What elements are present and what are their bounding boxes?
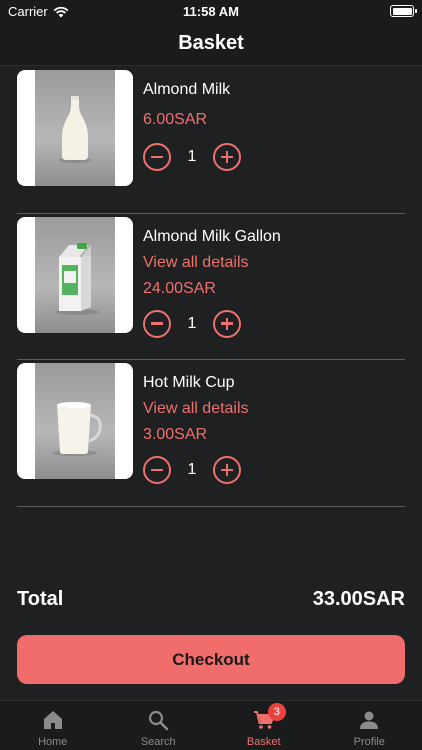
home-icon: [43, 711, 62, 729]
page-title: Basket: [178, 32, 244, 54]
product-name: Hot Milk Cup: [143, 374, 235, 391]
product-name: Almond Milk Gallon: [143, 227, 281, 245]
quantity-value: 1: [187, 461, 197, 478]
total-row: Total 33.00SAR: [17, 588, 405, 612]
milk-carton-icon: [55, 242, 99, 315]
tab-label: Search: [140, 736, 176, 748]
milk-cup-icon: [53, 402, 102, 456]
product-price: 24.00SAR: [143, 279, 216, 297]
milk-bottle-icon: [59, 96, 91, 163]
tab-search[interactable]: Search: [106, 701, 212, 750]
tab-label: Home: [38, 736, 68, 748]
product-image[interactable]: [17, 216, 133, 333]
view-details-link[interactable]: View all details: [143, 252, 408, 274]
item-info: Almond Milk Gallon View all details 24.0…: [143, 226, 408, 338]
product-name: Almond Milk: [143, 81, 231, 98]
item-info: Hot Milk Cup View all details 3.00SAR 1: [143, 372, 408, 484]
basket-item: Almond Milk 6.00SAR 1: [0, 67, 422, 214]
status-time: 11:58 AM: [183, 4, 239, 19]
view-details-link[interactable]: View all details: [143, 398, 408, 420]
battery-level: [392, 7, 412, 15]
increase-quantity-button[interactable]: [213, 309, 241, 338]
cart-badge: 3: [267, 703, 286, 721]
profile-icon: [360, 711, 379, 729]
nav-bar: Basket: [0, 22, 422, 66]
increase-quantity-button[interactable]: [213, 456, 241, 484]
search-icon: [149, 710, 169, 731]
item-info: Almond Milk 6.00SAR 1: [143, 79, 408, 171]
tab-label: Profile: [353, 736, 385, 748]
increase-quantity-button[interactable]: [213, 143, 241, 171]
tab-profile[interactable]: Profile: [317, 701, 422, 750]
tab-bar: Home Search 3 Basket Profile: [0, 700, 422, 750]
battery-icon: [390, 5, 417, 17]
quantity-value: 1: [187, 314, 197, 332]
product-image[interactable]: [17, 363, 133, 479]
total-value: 33.00SAR: [312, 588, 405, 610]
quantity-stepper: 1: [143, 143, 408, 171]
tab-basket[interactable]: 3 Basket: [211, 701, 317, 750]
quantity-stepper: 1: [143, 456, 408, 484]
product-price: 6.00SAR: [143, 111, 208, 128]
decrease-quantity-button[interactable]: [143, 456, 171, 484]
product-image[interactable]: [17, 70, 133, 186]
checkout-button[interactable]: Checkout: [17, 635, 405, 684]
tab-home[interactable]: Home: [0, 701, 106, 750]
divider: [17, 505, 405, 507]
total-label: Total: [17, 588, 64, 610]
basket-list: Almond Milk 6.00SAR 1 Almond Milk Gallon…: [0, 67, 422, 507]
quantity-stepper: 1: [143, 309, 408, 338]
basket-item: Almond Milk Gallon View all details 24.0…: [0, 214, 422, 360]
decrease-quantity-button[interactable]: [143, 309, 171, 338]
decrease-quantity-button[interactable]: [143, 143, 171, 171]
basket-item: Hot Milk Cup View all details 3.00SAR 1: [0, 360, 422, 507]
product-price: 3.00SAR: [143, 426, 208, 443]
status-bar: Carrier 11:58 AM: [0, 0, 422, 22]
tab-label: Basket: [246, 736, 281, 748]
quantity-value: 1: [187, 148, 197, 165]
